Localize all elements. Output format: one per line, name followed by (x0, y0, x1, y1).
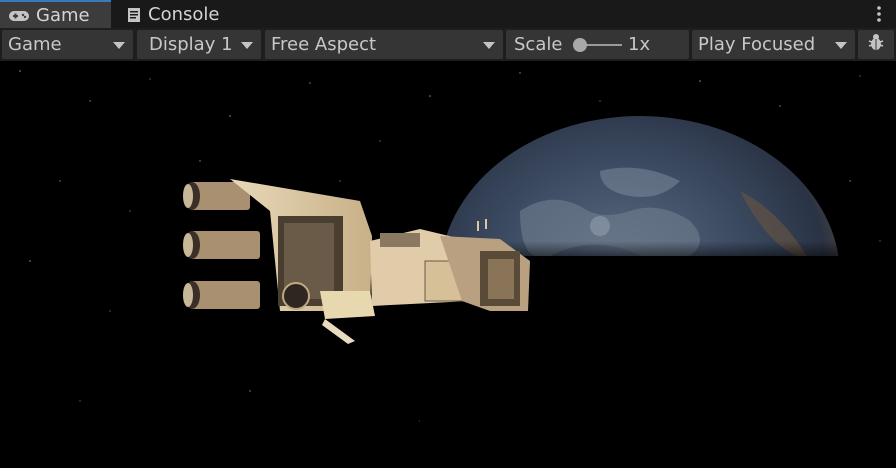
chevron-down-icon (835, 42, 847, 49)
tab-bar: Game Console (0, 0, 896, 28)
play-mode-label: Play Focused (698, 34, 816, 55)
aspect-dropdown[interactable]: Free Aspect (265, 30, 503, 59)
view-mode-label: Game (8, 34, 62, 55)
chevron-down-icon (241, 42, 253, 49)
bug-icon (866, 32, 886, 57)
scale-control: Scale 1x (506, 30, 689, 59)
tab-console[interactable]: Console (118, 0, 238, 28)
aspect-label: Free Aspect (271, 34, 377, 55)
more-options-icon[interactable] (874, 4, 884, 24)
gamepad-icon (8, 8, 30, 22)
scale-slider-track[interactable] (582, 44, 622, 46)
tab-console-label: Console (148, 3, 220, 25)
play-mode-dropdown[interactable]: Play Focused (692, 30, 855, 59)
display-dropdown[interactable]: Display 1 (137, 30, 261, 59)
tab-game[interactable]: Game (0, 0, 111, 28)
scale-slider-handle[interactable] (573, 38, 587, 52)
debug-button[interactable] (858, 30, 894, 59)
scene-render (19, 70, 881, 468)
game-toolbar: Game Display 1 Free Aspect Scale 1x Play… (0, 28, 896, 61)
view-mode-dropdown[interactable]: Game (2, 30, 133, 59)
chevron-down-icon (483, 42, 495, 49)
tab-game-label: Game (36, 4, 90, 26)
display-label: Display 1 (149, 34, 233, 55)
scale-label: Scale (514, 34, 563, 55)
console-icon (126, 7, 142, 22)
game-viewport[interactable] (0, 61, 896, 468)
scale-value: 1x (628, 34, 651, 55)
chevron-down-icon (113, 42, 125, 49)
